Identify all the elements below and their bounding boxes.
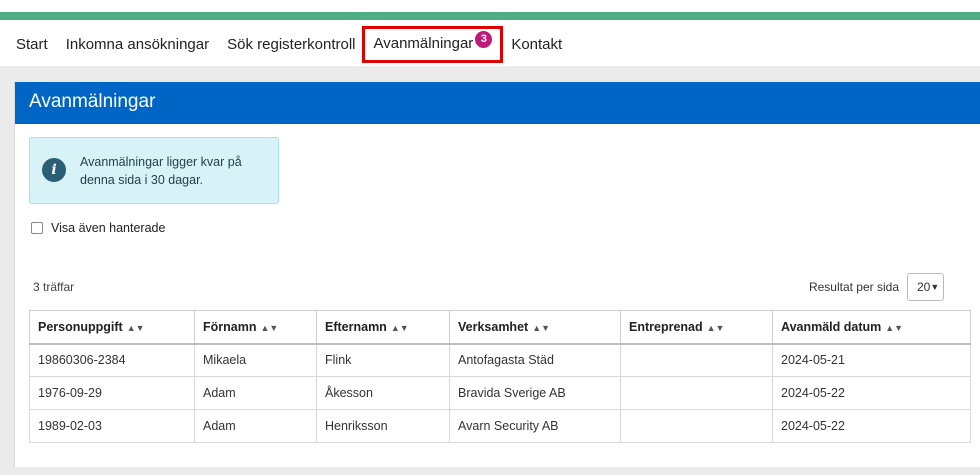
nav-item-start[interactable]: Start <box>16 36 48 53</box>
cell-avanmald-datum: 2024-05-22 <box>772 409 971 443</box>
sort-icon: ▲▼ <box>706 322 725 333</box>
per-page-select[interactable]: 20 ▼ <box>907 273 944 301</box>
cell-entreprenad <box>620 376 773 410</box>
top-accent-bar <box>0 12 980 20</box>
results-per-page: Resultat per sida 20 ▼ <box>809 273 944 301</box>
notification-badge: 3 <box>475 30 493 48</box>
info-icon: i <box>42 158 66 182</box>
sort-icon: ▲▼ <box>532 322 551 333</box>
avanmalningar-panel: Avanmälningar i Avanmälningar ligger kva… <box>14 82 980 467</box>
cell-personuppgift: 1976-09-29 <box>29 376 195 410</box>
show-handled-label: Visa även hanterade <box>51 221 166 235</box>
column-header-verksamhet[interactable]: Verksamhet ▲▼ <box>449 310 621 345</box>
column-header-fornamn[interactable]: Förnamn ▲▼ <box>194 310 317 345</box>
cell-personuppgift: 19860306-2384 <box>29 343 195 377</box>
cell-efternamn: Flink <box>316 343 450 377</box>
per-page-label: Resultat per sida <box>808 280 899 294</box>
column-header-personuppgift[interactable]: Personuppgift ▲▼ <box>29 310 195 345</box>
nav-item-sok-registerkontroll[interactable]: Sök registerkontroll <box>227 36 355 53</box>
table-row[interactable]: 1989-02-03 Adam Henriksson Avarn Securit… <box>29 409 971 443</box>
nav-item-avanmalningar[interactable]: Avanmälningar 3 <box>361 25 504 63</box>
nav-item-avanmalningar-label: Avanmälningar <box>373 34 474 52</box>
table-row[interactable]: 19860306-2384 Mikaela Flink Antofagasta … <box>29 343 971 377</box>
nav-item-kontakt[interactable]: Kontakt <box>511 36 562 53</box>
cell-personuppgift: 1989-02-03 <box>29 409 195 443</box>
cell-fornamn: Mikaela <box>194 343 317 377</box>
column-header-entreprenad[interactable]: Entreprenad ▲▼ <box>620 310 773 345</box>
cell-fornamn: Adam <box>194 376 317 410</box>
cell-entreprenad <box>620 409 773 443</box>
cell-efternamn: Åkesson <box>316 376 450 410</box>
column-header-efternamn[interactable]: Efternamn ▲▼ <box>316 310 450 345</box>
sort-icon: ▲▼ <box>885 322 904 333</box>
show-handled-checkbox[interactable] <box>31 222 43 234</box>
per-page-value: 20 <box>917 280 931 294</box>
nav-item-inkomna-ansokningar[interactable]: Inkomna ansökningar <box>66 36 209 53</box>
hit-count: 3 träffar <box>33 280 75 294</box>
sort-icon: ▲▼ <box>260 322 279 333</box>
cell-verksamhet: Bravida Sverige AB <box>449 376 621 410</box>
panel-title: Avanmälningar <box>15 82 980 124</box>
cell-verksamhet: Avarn Security AB <box>449 409 621 443</box>
show-handled-filter[interactable]: Visa även hanterade <box>31 221 165 235</box>
main-nav: Start Inkomna ansökningar Sök registerko… <box>0 22 980 66</box>
column-header-avanmald-datum[interactable]: Avanmäld datum ▲▼ <box>772 310 971 345</box>
table-header-row: Personuppgift ▲▼ Förnamn ▲▼ Efternamn ▲▼ Ve… <box>29 310 971 345</box>
cell-entreprenad <box>620 343 773 377</box>
chevron-down-icon: ▼ <box>930 282 940 292</box>
cell-avanmald-datum: 2024-05-22 <box>772 376 971 410</box>
avanmalningar-table: Personuppgift ▲▼ Förnamn ▲▼ Efternamn ▲▼ Ve… <box>29 310 971 443</box>
sort-icon: ▲▼ <box>126 322 145 333</box>
cell-avanmald-datum: 2024-05-21 <box>772 343 971 377</box>
sort-icon: ▲▼ <box>390 322 409 333</box>
info-alert: i Avanmälningar ligger kvar på denna sid… <box>29 137 279 204</box>
info-text: Avanmälningar ligger kvar på denna sida … <box>80 155 242 187</box>
cell-verksamhet: Antofagasta Städ <box>449 343 621 377</box>
cell-fornamn: Adam <box>194 409 317 443</box>
cell-efternamn: Henriksson <box>316 409 450 443</box>
table-row[interactable]: 1976-09-29 Adam Åkesson Bravida Sverige … <box>29 376 971 410</box>
